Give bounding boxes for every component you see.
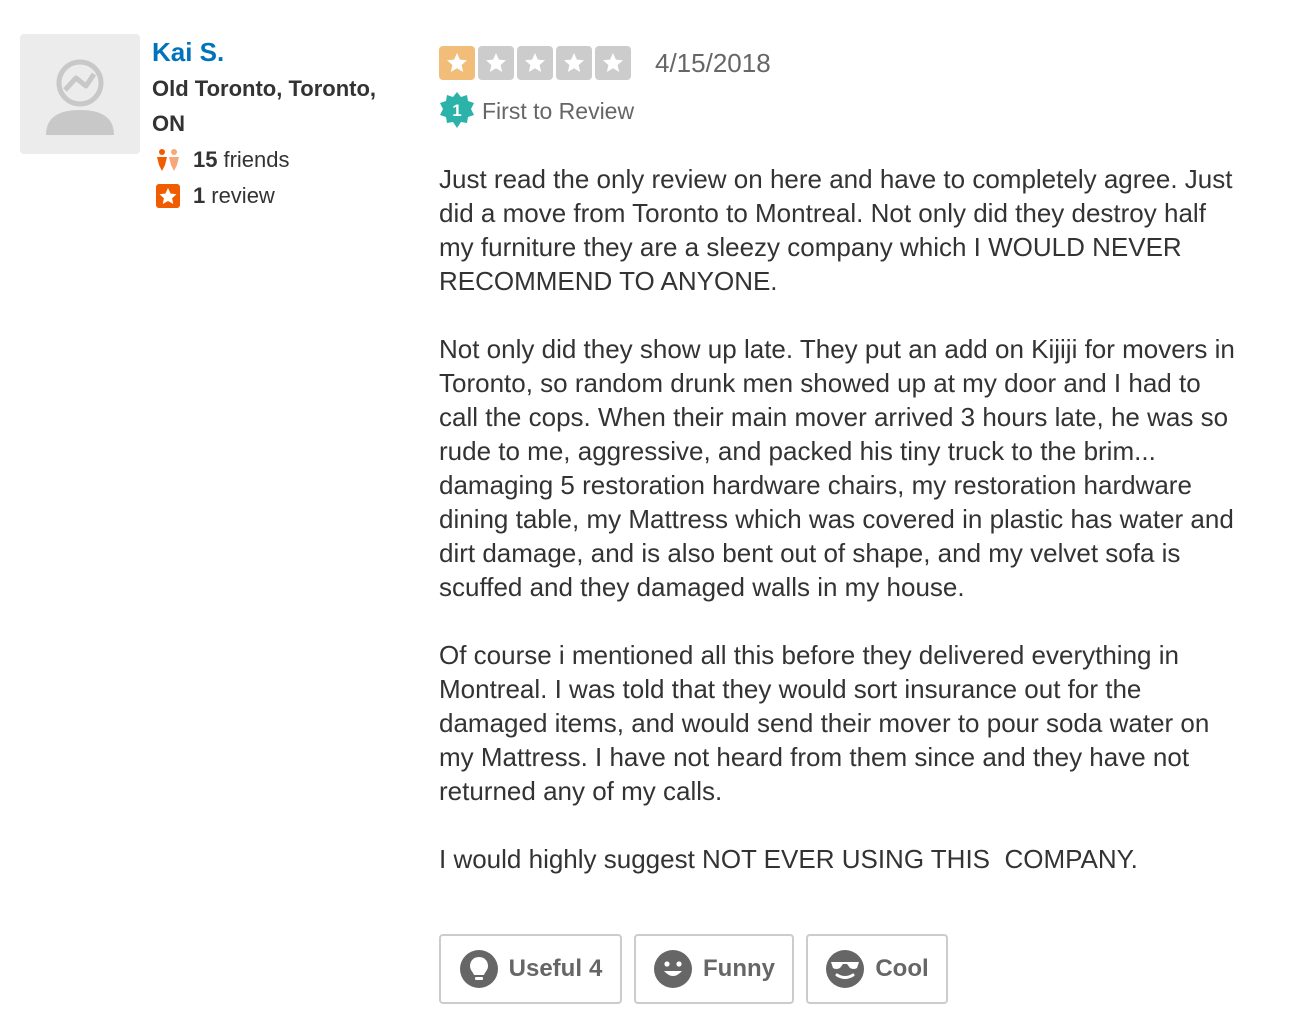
star-rating: [439, 46, 631, 80]
review-text: Just read the only review on here and ha…: [439, 162, 1239, 910]
reviews-label: review: [211, 183, 275, 208]
user-avatar[interactable]: [20, 34, 140, 154]
cool-label: Cool: [875, 955, 929, 982]
reviews-count-stat: 1 review: [155, 182, 275, 210]
reviews-count: 1: [193, 183, 206, 208]
review-paragraph: I would highly suggest NOT EVER USING TH…: [439, 844, 1138, 874]
user-name-link[interactable]: Kai S.: [152, 36, 224, 68]
star-empty-icon: [595, 46, 631, 80]
default-avatar-icon: [46, 59, 114, 135]
cool-button[interactable]: Cool: [806, 934, 948, 1004]
sunglasses-face-icon: [826, 950, 865, 988]
review-star-icon: [156, 184, 180, 208]
friends-count: 15: [193, 147, 218, 172]
funny-label: Funny: [703, 955, 775, 982]
friends-count-stat: 15 friends: [155, 146, 290, 174]
useful-button[interactable]: Useful 4: [439, 934, 622, 1004]
smiley-icon: [654, 950, 692, 988]
lightbulb-icon: [459, 950, 498, 988]
review-paragraph: Just read the only review on here and ha…: [439, 164, 1240, 296]
friends-label: friends: [223, 147, 290, 172]
funny-button[interactable]: Funny: [634, 934, 794, 1004]
useful-count: 4: [589, 955, 603, 982]
useful-label: Useful: [508, 955, 582, 982]
star-empty-icon: [478, 46, 514, 80]
friends-icon: [157, 149, 179, 171]
review-paragraph: Of course i mentioned all this before th…: [439, 640, 1217, 806]
review-paragraph: Not only did they show up late. They put…: [439, 334, 1242, 602]
star-empty-icon: [517, 46, 553, 80]
star-filled-icon: [439, 46, 475, 80]
first-to-review-badge-icon: 1: [440, 92, 474, 128]
first-to-review-label: First to Review: [482, 98, 635, 124]
review-card: Kai S. Old Toronto, Toronto, ON 15 frien…: [0, 0, 1298, 1024]
star-empty-icon: [556, 46, 592, 80]
review-date: 4/15/2018: [655, 48, 771, 78]
user-location: Old Toronto, Toronto, ON: [152, 76, 377, 136]
badge-number: 1: [452, 101, 461, 120]
